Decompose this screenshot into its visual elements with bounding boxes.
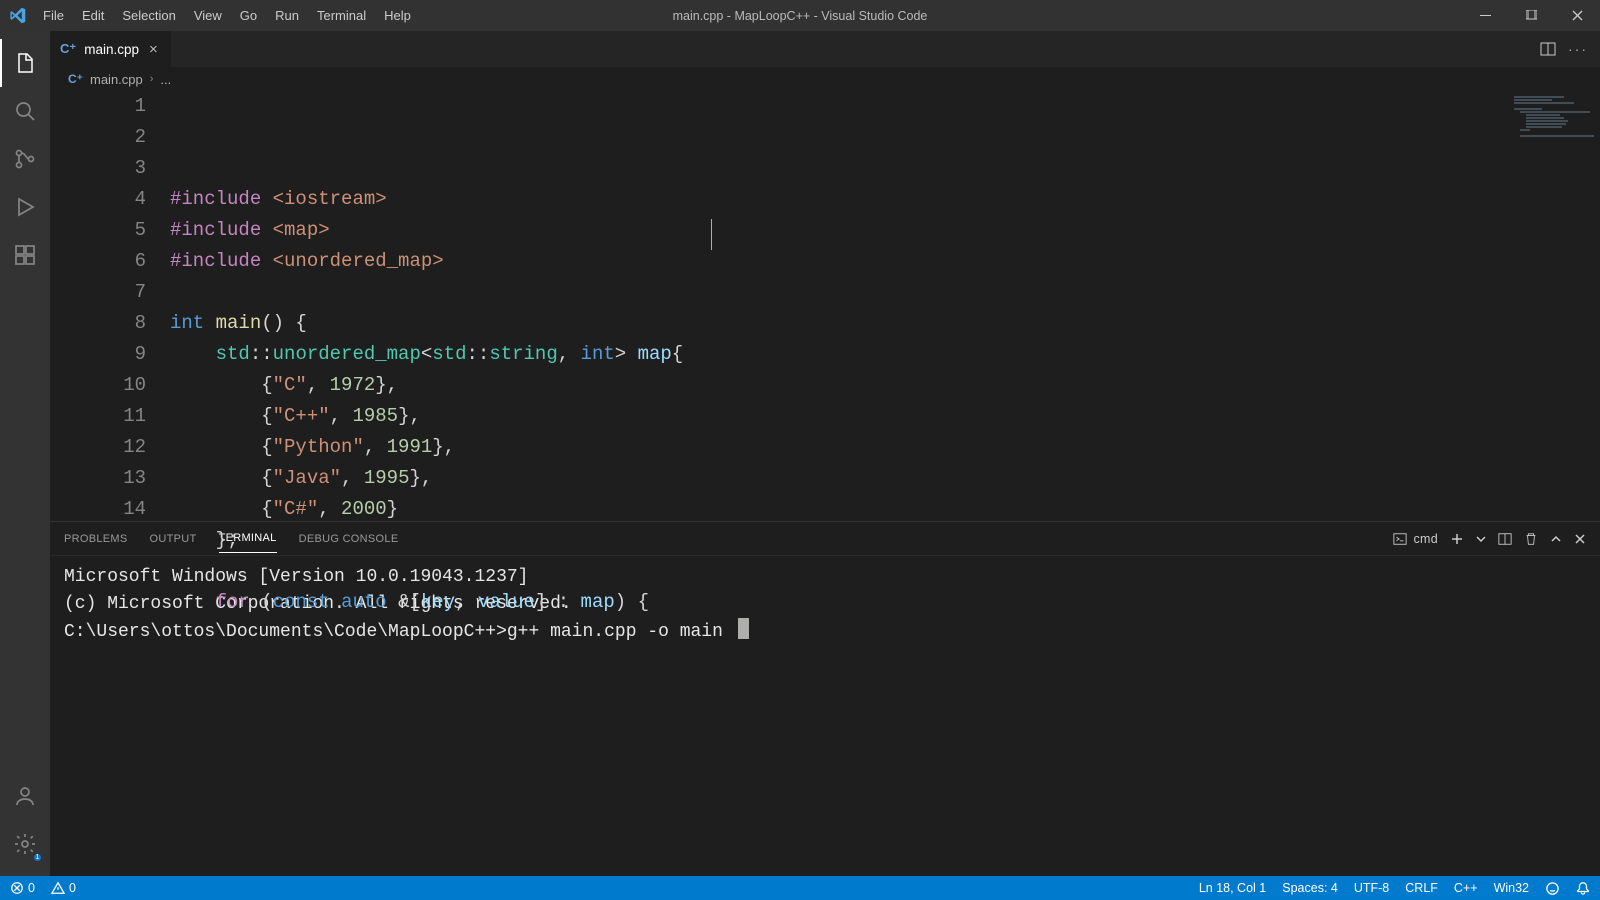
split-editor-icon[interactable] xyxy=(1540,41,1556,57)
code-content[interactable]: #include <iostream>#include <map>#includ… xyxy=(170,91,1600,521)
status-target[interactable]: Win32 xyxy=(1494,881,1529,895)
minimize-button[interactable] xyxy=(1462,0,1508,31)
status-bar: 0 0 Ln 18, Col 1 Spaces: 4 UTF-8 CRLF C+… xyxy=(0,876,1600,900)
breadcrumb[interactable]: C⁺ main.cpp › ... xyxy=(50,67,1600,91)
explorer-icon[interactable] xyxy=(0,39,50,87)
source-control-icon[interactable] xyxy=(0,135,50,183)
menu-terminal[interactable]: Terminal xyxy=(308,2,375,29)
text-cursor xyxy=(711,219,712,250)
status-eol[interactable]: CRLF xyxy=(1405,881,1438,895)
status-ln-col[interactable]: Ln 18, Col 1 xyxy=(1199,881,1266,895)
extensions-icon[interactable] xyxy=(0,231,50,279)
tab-close-icon[interactable]: × xyxy=(147,41,160,58)
menu-go[interactable]: Go xyxy=(231,2,266,29)
breadcrumb-file: main.cpp xyxy=(90,72,143,87)
cpp-file-icon: C⁺ xyxy=(68,72,83,86)
minimap[interactable] xyxy=(1510,91,1600,521)
code-editor[interactable]: 1234567891011121314 #include <iostream>#… xyxy=(50,91,1600,521)
status-lang[interactable]: C++ xyxy=(1454,881,1478,895)
line-gutter: 1234567891011121314 xyxy=(50,91,170,521)
close-button[interactable] xyxy=(1554,0,1600,31)
search-icon[interactable] xyxy=(0,87,50,135)
menu-bar: File Edit Selection View Go Run Terminal… xyxy=(34,2,420,29)
status-errors[interactable]: 0 xyxy=(10,881,35,895)
status-warnings[interactable]: 0 xyxy=(51,881,76,895)
settings-gear-icon[interactable]: 1 xyxy=(0,820,50,868)
tab-main-cpp[interactable]: C⁺ main.cpp × xyxy=(50,31,171,67)
accounts-icon[interactable] xyxy=(0,772,50,820)
editor-tabs: C⁺ main.cpp × ··· xyxy=(50,31,1600,67)
more-actions-icon[interactable]: ··· xyxy=(1568,41,1588,57)
menu-selection[interactable]: Selection xyxy=(113,2,184,29)
tab-label: main.cpp xyxy=(84,42,139,57)
vscode-icon xyxy=(0,7,34,24)
title-bar: File Edit Selection View Go Run Terminal… xyxy=(0,0,1600,31)
menu-run[interactable]: Run xyxy=(266,2,308,29)
run-debug-icon[interactable] xyxy=(0,183,50,231)
window-controls xyxy=(1462,0,1600,31)
menu-file[interactable]: File xyxy=(34,2,73,29)
status-spaces[interactable]: Spaces: 4 xyxy=(1282,881,1338,895)
window-title: main.cpp - MapLoopC++ - Visual Studio Co… xyxy=(673,9,928,23)
notifications-icon[interactable] xyxy=(1576,881,1590,895)
chevron-right-icon: › xyxy=(150,73,154,85)
feedback-icon[interactable] xyxy=(1545,881,1560,896)
panel-tab-problems[interactable]: PROBLEMS xyxy=(64,525,128,553)
cpp-file-icon: C⁺ xyxy=(60,41,76,57)
menu-help[interactable]: Help xyxy=(375,2,420,29)
terminal-cursor xyxy=(738,618,749,639)
breadcrumb-rest: ... xyxy=(160,72,171,87)
maximize-button[interactable] xyxy=(1508,0,1554,31)
menu-view[interactable]: View xyxy=(185,2,231,29)
activity-bar: 1 xyxy=(0,31,50,876)
menu-edit[interactable]: Edit xyxy=(73,2,113,29)
status-encoding[interactable]: UTF-8 xyxy=(1354,881,1389,895)
